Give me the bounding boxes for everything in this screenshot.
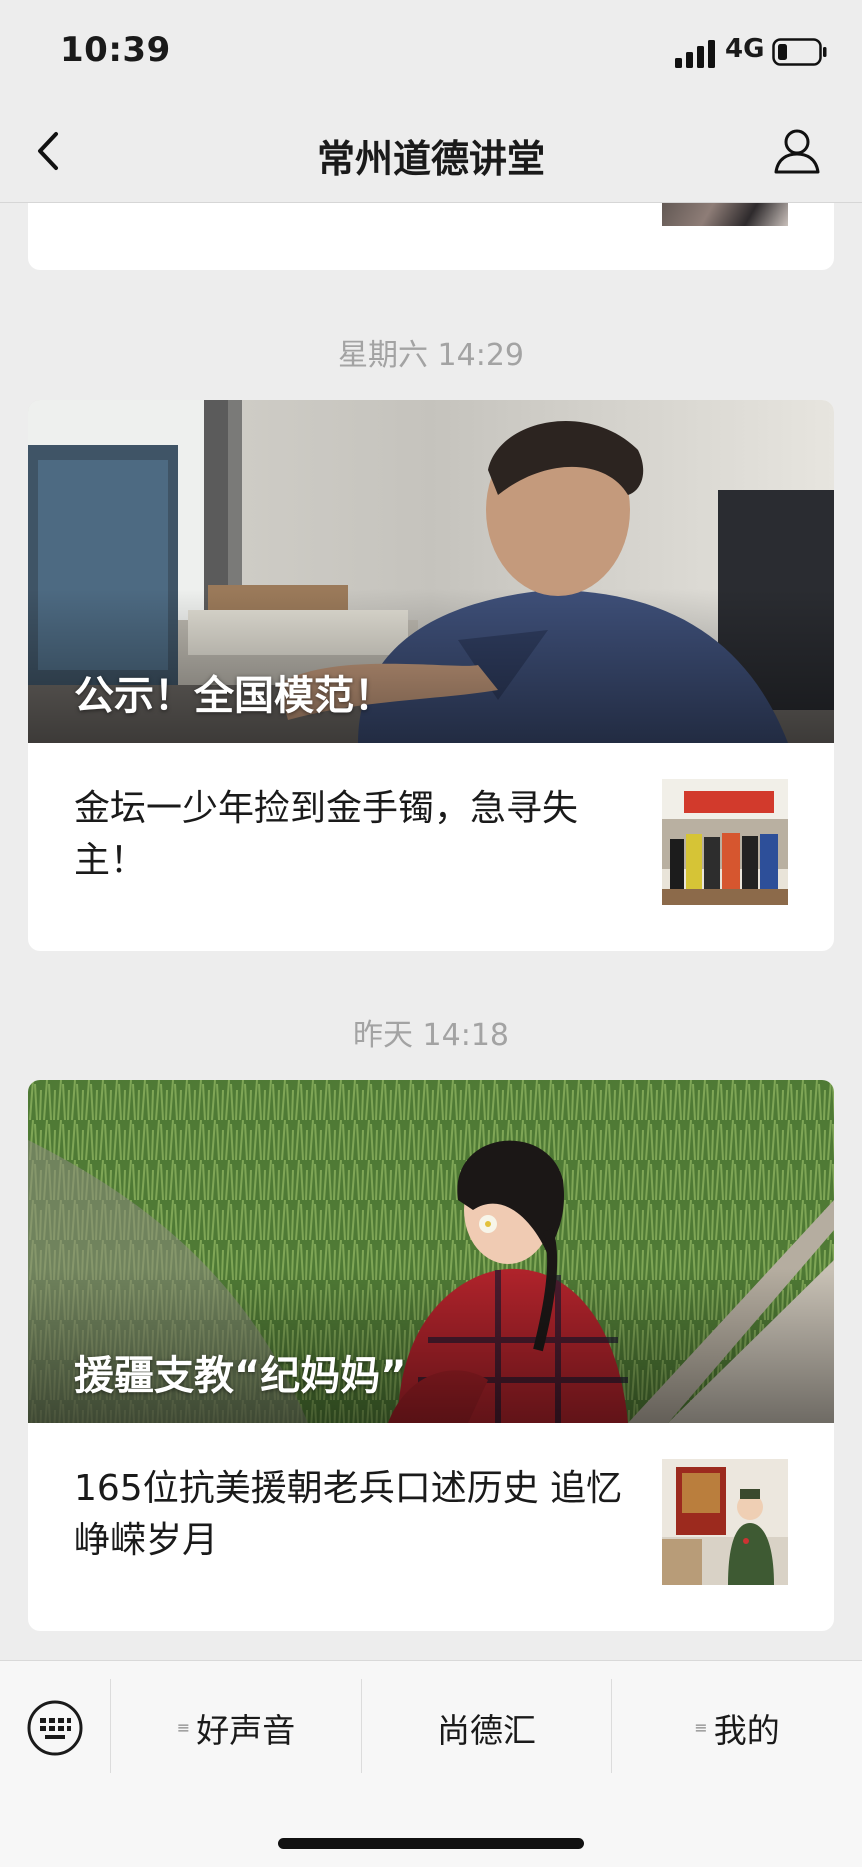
cover-article[interactable]: 公示！全国模范！ [28,400,834,743]
article-thumbnail [662,779,788,905]
network-type: 4G [725,34,765,64]
article-card: 公示！全国模范！ 金坛一少年捡到金手镯，急寻失主！ [28,400,834,951]
bottom-menu: ≡ 好声音 尚德汇 ≡ 我的 [0,1660,862,1867]
cover-title: 公示！全国模范！ [74,673,394,719]
status-bar: 10:39 4G [0,0,862,100]
page-title: 常州道德讲堂 [316,137,545,181]
submenu-icon: ≡ [176,1718,191,1737]
article-title: 165位抗美援朝老兵口述历史 追忆峥嵘岁月 [74,1468,623,1561]
keyboard-icon[interactable] [26,1699,84,1757]
submenu-icon: ≡ [694,1718,708,1737]
menu-item-haoshengyin[interactable]: ≡ 好声音 [111,1693,361,1763]
battery-icon [772,38,827,66]
article-thumbnail [662,1459,788,1585]
previous-article-card[interactable] [28,192,834,270]
profile-icon[interactable] [772,126,822,176]
article-item[interactable]: 金坛一少年捡到金手镯，急寻失主！ [28,743,834,951]
home-indicator[interactable] [278,1838,584,1849]
menu-item-label: 好声音 [196,1711,296,1750]
cover-article[interactable]: 援疆支教“纪妈妈” [28,1080,834,1423]
cellular-signal-icon [675,40,715,68]
cover-title: 援疆支教“纪妈妈” [74,1353,407,1399]
menu-item-shangdehui[interactable]: 尚德汇 [362,1693,611,1763]
message-timestamp: 星期六 14:29 [338,338,524,373]
menu-item-label: 尚德汇 [437,1711,536,1750]
article-card: 援疆支教“纪妈妈” 165位抗美援朝老兵口述历史 追忆峥嵘岁月 [28,1080,834,1631]
nav-bar: 常州道德讲堂 [0,100,862,203]
menu-item-label: 我的 [713,1711,780,1750]
message-timestamp: 昨天 14:18 [353,1018,509,1053]
article-item[interactable]: 165位抗美援朝老兵口述历史 追忆峥嵘岁月 [28,1423,834,1631]
menu-item-wode[interactable]: ≡ 我的 [612,1693,862,1763]
status-time: 10:39 [60,30,171,70]
article-title: 金坛一少年捡到金手镯，急寻失主！ [74,788,579,881]
